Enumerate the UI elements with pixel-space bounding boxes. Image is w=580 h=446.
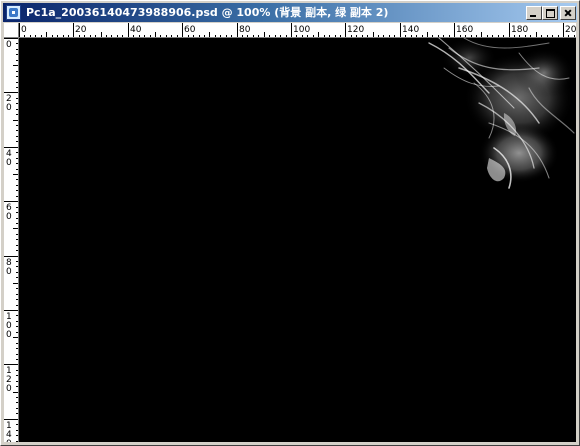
- title-bar[interactable]: Pc1a_20036140473988906.psd @ 100% (背景 副本…: [3, 3, 577, 22]
- close-button[interactable]: [560, 6, 576, 20]
- ruler-label: 0: [6, 330, 12, 340]
- ruler-label: 200: [565, 25, 576, 35]
- ruler-label: 0: [6, 103, 12, 113]
- ruler-label: 120: [347, 25, 364, 35]
- ruler-label: 100: [293, 25, 310, 35]
- image-canvas[interactable]: [19, 38, 576, 442]
- ruler-label: 60: [184, 25, 196, 35]
- ruler-label: 0: [6, 40, 12, 50]
- ruler-label: 80: [239, 25, 251, 35]
- ruler-label: 40: [130, 25, 142, 35]
- ruler-origin-corner[interactable]: [4, 23, 19, 38]
- horizontal-ruler[interactable]: 0 20 40 60 80 100 120 140 160 180 200: [19, 23, 576, 38]
- vertical-ruler-scale: 020406080100120140: [4, 38, 18, 442]
- ruler-label: 0: [6, 384, 12, 394]
- ruler-label: 0: [6, 439, 12, 442]
- minimize-button[interactable]: [526, 6, 542, 20]
- artwork-layer: [428, 38, 575, 189]
- photoshop-document-icon[interactable]: [6, 5, 21, 20]
- ruler-label: 0: [6, 158, 12, 168]
- smoke-artwork: [428, 38, 575, 189]
- document-window: Pc1a_20036140473988906.psd @ 100% (背景 副本…: [0, 0, 580, 446]
- ruler-label: 0: [6, 212, 12, 222]
- ruler-label: 160: [456, 25, 473, 35]
- window-title: Pc1a_20036140473988906.psd @ 100% (背景 副本…: [26, 6, 389, 19]
- ruler-label: 0: [6, 267, 12, 277]
- vertical-ruler[interactable]: 020406080100120140: [4, 38, 19, 442]
- ruler-label: 0: [21, 25, 27, 35]
- ruler-label: 20: [75, 25, 87, 35]
- ruler-label: 180: [511, 25, 528, 35]
- maximize-button[interactable]: [542, 6, 558, 20]
- horizontal-ruler-scale: 0 20 40 60 80 100 120 140 160 180 200: [19, 23, 576, 37]
- ruler-label: 140: [402, 25, 419, 35]
